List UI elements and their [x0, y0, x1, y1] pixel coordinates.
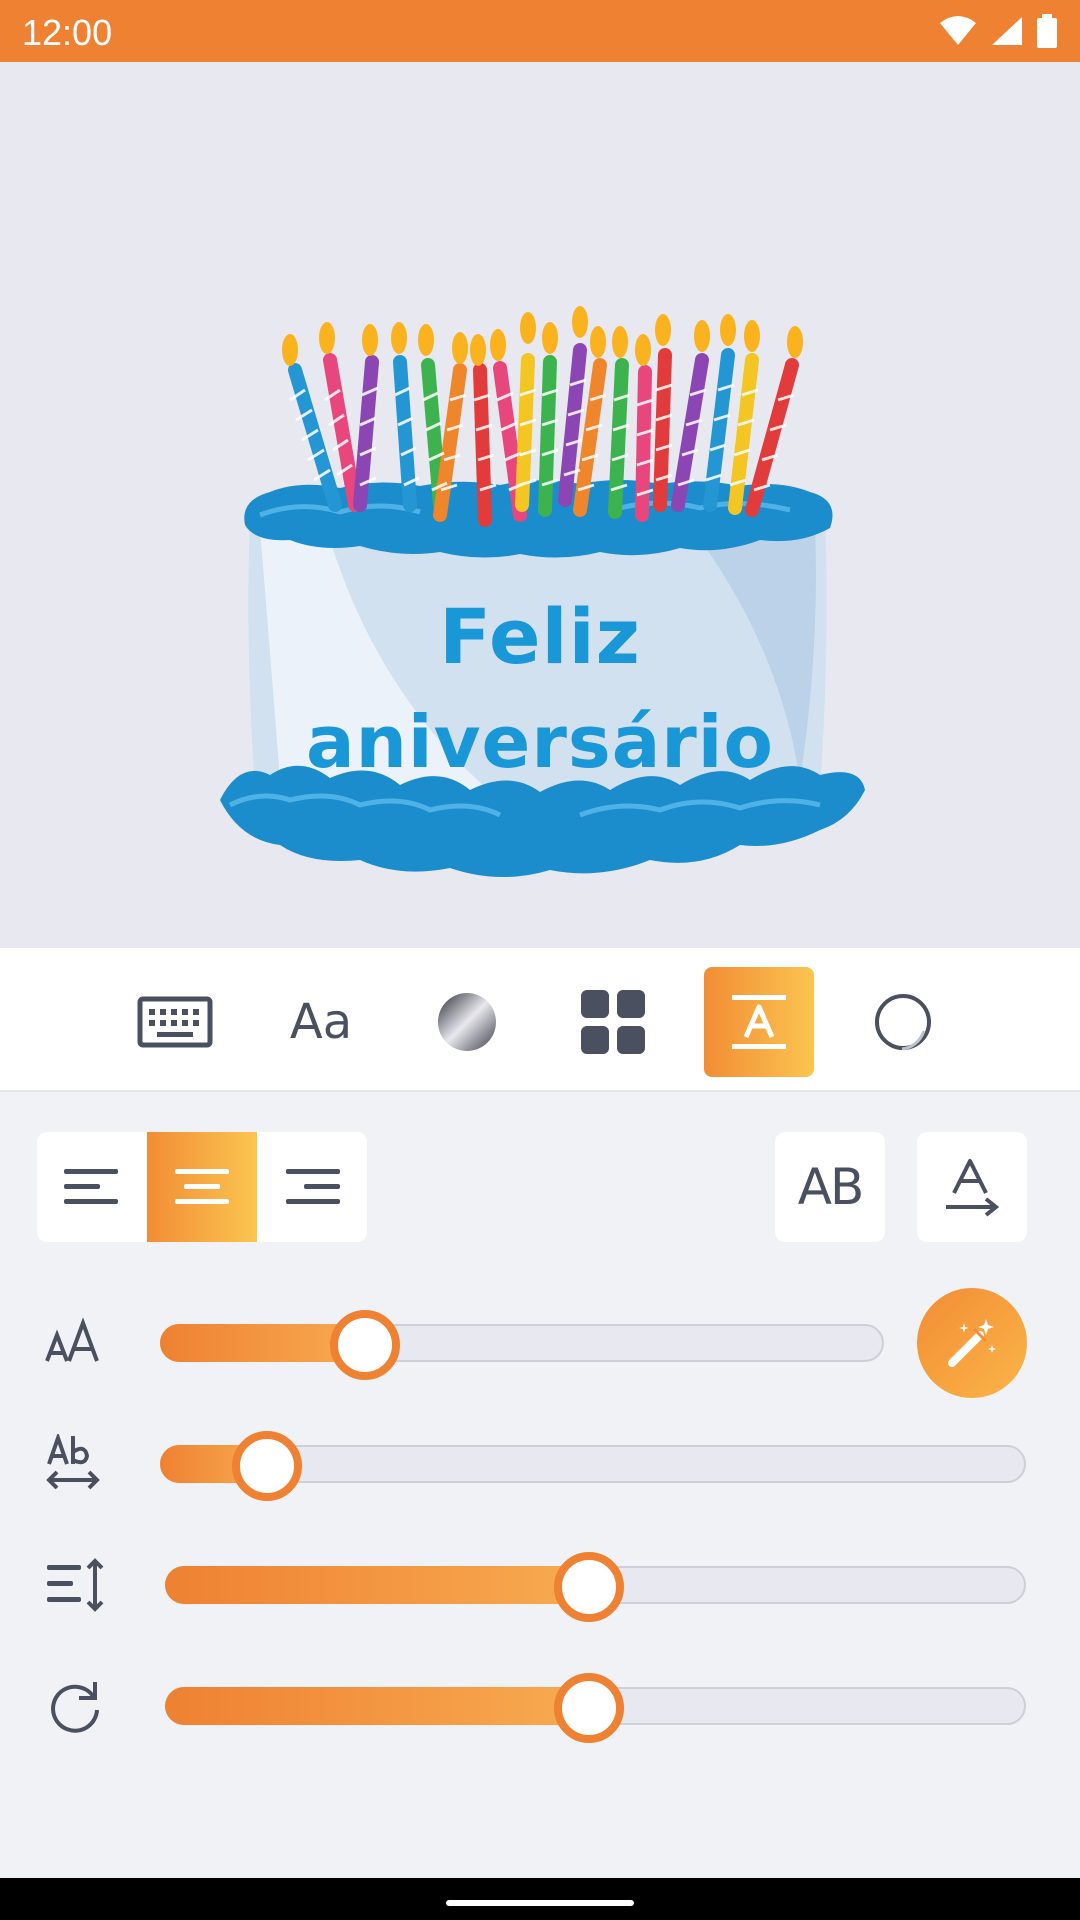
magic-wand-icon — [948, 1319, 996, 1367]
editor-toolbar: Aa — [0, 948, 1080, 1092]
wifi-icon — [940, 16, 976, 45]
align-left-icon — [64, 1169, 118, 1204]
cellular-signal-icon — [992, 17, 1022, 45]
line-height-slider-row — [0, 1545, 1080, 1625]
font-tool-button[interactable]: Aa — [266, 967, 376, 1077]
align-center-button[interactable] — [147, 1132, 257, 1242]
letter-spacing-slider[interactable] — [160, 1431, 1026, 1501]
keyboard-icon — [137, 996, 213, 1048]
text-style-panel: AB — [0, 1092, 1080, 1878]
rotation-slider-thumb[interactable] — [554, 1673, 624, 1743]
status-bar: 12:00 — [0, 0, 1080, 62]
text-underline-icon — [732, 995, 786, 1049]
color-tool-button[interactable] — [412, 967, 522, 1077]
align-right-icon — [286, 1169, 340, 1204]
line-height-slider[interactable] — [165, 1552, 1026, 1622]
rotate-icon — [51, 1682, 99, 1733]
uppercase-label: AB — [797, 1158, 865, 1216]
align-left-button[interactable] — [37, 1132, 147, 1242]
color-gradient-icon — [438, 993, 496, 1051]
canvas-text-line-2[interactable]: aniversário — [0, 700, 1080, 784]
status-icons — [938, 14, 1058, 48]
letter-spacing-icon — [46, 1434, 100, 1490]
status-time: 12:00 — [22, 12, 113, 53]
letter-spacing-slider-thumb[interactable] — [232, 1431, 302, 1501]
font-size-slider[interactable] — [160, 1310, 884, 1380]
rotation-slider-fill — [165, 1687, 589, 1725]
uppercase-button[interactable]: AB — [775, 1132, 885, 1242]
letter-spacing-slider-row — [0, 1424, 1080, 1504]
birthday-cake-image — [220, 306, 865, 878]
alignment-group — [37, 1132, 367, 1242]
align-right-button[interactable] — [257, 1132, 367, 1242]
text-path-icon — [946, 1159, 1000, 1217]
shape-tool-button[interactable] — [848, 967, 958, 1077]
rotation-slider-row — [0, 1666, 1080, 1746]
line-height-slider-thumb[interactable] — [554, 1552, 624, 1622]
grid-icon — [581, 990, 645, 1054]
line-height-icon — [47, 1558, 104, 1612]
circle-icon — [875, 994, 931, 1051]
text-style-tool-button[interactable] — [704, 967, 814, 1077]
home-handle[interactable] — [446, 1900, 634, 1906]
align-center-icon — [175, 1169, 229, 1204]
rotation-slider[interactable] — [165, 1673, 1026, 1743]
font-size-icon — [45, 1317, 99, 1362]
magic-wand-button[interactable] — [917, 1288, 1027, 1398]
font-size-slider-thumb[interactable] — [330, 1310, 400, 1380]
canvas-text-line-1[interactable]: Feliz — [0, 592, 1080, 681]
font-size-slider-row — [0, 1288, 1080, 1398]
keyboard-tool-button[interactable] — [120, 967, 230, 1077]
font-icon: Aa — [289, 994, 353, 1050]
design-canvas[interactable]: Feliz aniversário — [0, 62, 1080, 948]
pattern-tool-button[interactable] — [558, 967, 668, 1077]
line-height-slider-fill — [165, 1566, 589, 1604]
text-path-button[interactable] — [917, 1132, 1027, 1242]
navigation-bar — [0, 1878, 1080, 1920]
battery-icon — [1037, 14, 1057, 48]
